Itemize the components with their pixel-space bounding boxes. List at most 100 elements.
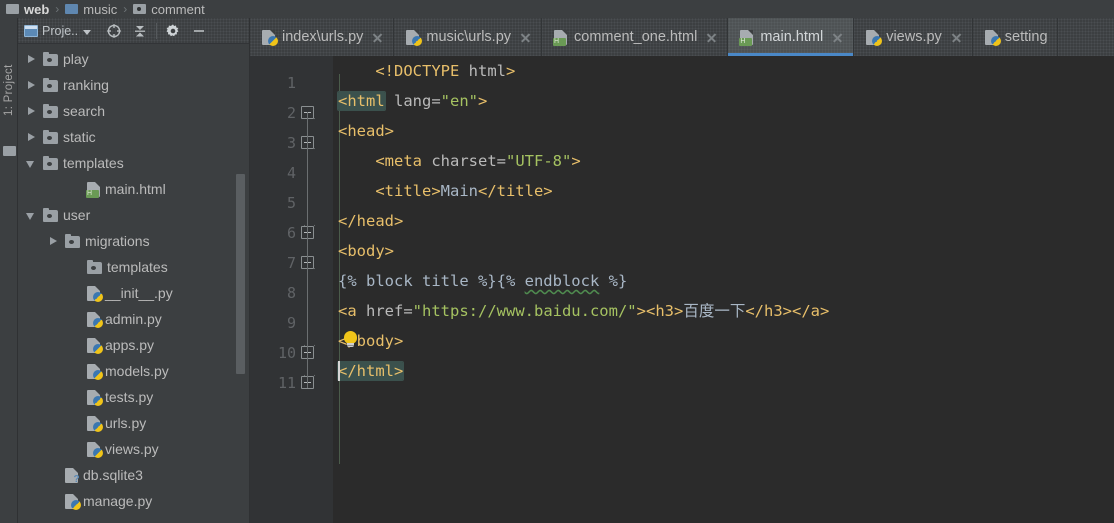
close-icon[interactable] (705, 31, 718, 44)
tree-node[interactable]: main.html (18, 176, 249, 202)
fold-column[interactable] (296, 128, 333, 158)
editor-tab[interactable]: comment_one.html (542, 18, 729, 56)
tree-node-label: migrations (85, 233, 150, 249)
fold-column[interactable] (296, 158, 333, 188)
code-token: </h3> (745, 302, 792, 320)
tool-window-tab-project[interactable]: 1: Project (0, 40, 18, 140)
code-line[interactable]: <body> (333, 236, 1114, 266)
fold-column[interactable] (296, 368, 333, 398)
hide-button[interactable] (186, 20, 212, 42)
fold-column[interactable] (296, 68, 333, 98)
close-icon[interactable] (371, 31, 384, 44)
code-editor[interactable]: 1 2 3 4 5 6 7 8 9 10 11 <!DOCTYPE html> <html lang=… (250, 56, 1114, 523)
code-token: {% block title %}{% (338, 272, 525, 290)
code-token: </body> (338, 332, 404, 350)
folder-icon (65, 234, 80, 248)
tree-node[interactable]: templates (18, 254, 249, 280)
breadcrumb-item-music[interactable]: music (65, 2, 117, 17)
editor-gutter[interactable]: 1 2 3 4 5 6 7 8 9 10 11 (250, 56, 333, 523)
tree-node[interactable]: search (18, 98, 249, 124)
code-line[interactable]: <a href="https://www.baidu.com/"><h3>百度一… (333, 296, 1114, 326)
fold-column[interactable] (296, 278, 333, 308)
editor-tab[interactable]: music\urls.py (394, 18, 543, 56)
html-file-icon (86, 182, 100, 198)
breadcrumb-item-comment[interactable]: comment (133, 2, 205, 17)
project-file-tree[interactable]: play ranking search static templates main.htm… (18, 44, 249, 523)
code-token: %} (599, 272, 628, 290)
tree-node[interactable]: manage.py (18, 488, 249, 514)
code-line[interactable]: {% block title %}{% endblock %} (333, 266, 1114, 296)
breadcrumb-label: web (24, 1, 50, 17)
project-view-selector[interactable]: Proje.. (24, 24, 92, 38)
tree-node[interactable]: play (18, 46, 249, 72)
tree-node[interactable]: migrations (18, 228, 249, 254)
tree-node[interactable]: static (18, 124, 249, 150)
line-number: 5 (286, 194, 296, 212)
collapse-all-button[interactable] (127, 20, 153, 42)
code-line[interactable]: </body> (333, 326, 1114, 356)
line-number: 3 (286, 134, 296, 152)
chevron-right-icon[interactable] (24, 104, 38, 118)
fold-column[interactable] (296, 248, 333, 278)
fold-column[interactable] (296, 188, 333, 218)
editor-tab[interactable]: index\urls.py (250, 18, 395, 56)
fold-column[interactable] (296, 338, 333, 368)
code-line[interactable]: <head> (333, 116, 1114, 146)
chevron-down-icon[interactable] (24, 156, 38, 170)
editor-code-area[interactable]: <!DOCTYPE html> <html lang="en"> <head> <m… (333, 56, 1114, 523)
tree-node[interactable]: __init__.py (18, 280, 249, 306)
tree-node[interactable]: admin.py (18, 306, 249, 332)
editor-tab[interactable]: setting (973, 18, 1058, 56)
chevron-right-icon[interactable] (24, 52, 38, 66)
tree-node[interactable]: views.py (18, 436, 249, 462)
fold-column[interactable] (296, 308, 333, 338)
code-line[interactable]: <title>Main</title> (333, 176, 1114, 206)
close-icon[interactable] (519, 31, 532, 44)
gutter-line: 8 (250, 278, 333, 308)
text-caret (338, 361, 340, 381)
code-line[interactable]: </head> (333, 206, 1114, 236)
breadcrumb-item-web[interactable]: web (6, 2, 49, 17)
fold-column[interactable] (296, 98, 333, 128)
toolbar-separator (156, 22, 158, 39)
tree-node[interactable]: db.sqlite3 (18, 462, 249, 488)
chevron-right-icon[interactable] (24, 78, 38, 92)
tree-node[interactable]: models.py (18, 358, 249, 384)
code-line[interactable]: </html> (333, 356, 1114, 386)
line-number: 9 (286, 314, 296, 332)
line-number: 6 (286, 224, 296, 242)
close-icon[interactable] (950, 31, 963, 44)
python-file-icon (87, 364, 103, 380)
tree-node[interactable]: urls.py (18, 410, 249, 436)
breadcrumb-separator: › (123, 2, 128, 16)
project-panel: Proje.. play ranking search static templ… (18, 18, 250, 523)
code-line[interactable]: <html lang="en"> (333, 86, 1114, 116)
chevron-right-icon[interactable] (24, 130, 38, 144)
tree-node[interactable]: apps.py (18, 332, 249, 358)
select-opened-file-button[interactable] (101, 20, 127, 42)
python-file-icon (866, 30, 883, 46)
editor-tab[interactable]: main.html (728, 18, 855, 56)
chevron-right-icon[interactable] (46, 234, 60, 248)
project-tree-scrollbar[interactable] (236, 174, 245, 374)
close-icon[interactable] (831, 31, 844, 44)
editor-tab-label: setting (1004, 29, 1048, 45)
settings-button[interactable] (160, 20, 186, 42)
code-line[interactable]: <meta charset="UTF-8"> (333, 146, 1114, 176)
gutter-line: 3 (250, 128, 333, 158)
chevron-down-icon[interactable] (24, 208, 38, 222)
code-line[interactable]: <!DOCTYPE html> (333, 56, 1114, 86)
gutter-line: 5 (250, 188, 333, 218)
editor-tab[interactable]: views.py (854, 18, 973, 56)
tree-node[interactable]: ranking (18, 72, 249, 98)
tree-node[interactable]: templates (18, 150, 249, 176)
tree-node[interactable]: tests.py (18, 384, 249, 410)
fold-column[interactable] (296, 218, 333, 248)
tree-node-label: views.py (105, 441, 159, 457)
tree-node[interactable]: user (18, 202, 249, 228)
code-token: > (505, 62, 516, 80)
editor-tab-bar[interactable]: index\urls.py music\urls.py comment_one.ht… (250, 18, 1114, 56)
